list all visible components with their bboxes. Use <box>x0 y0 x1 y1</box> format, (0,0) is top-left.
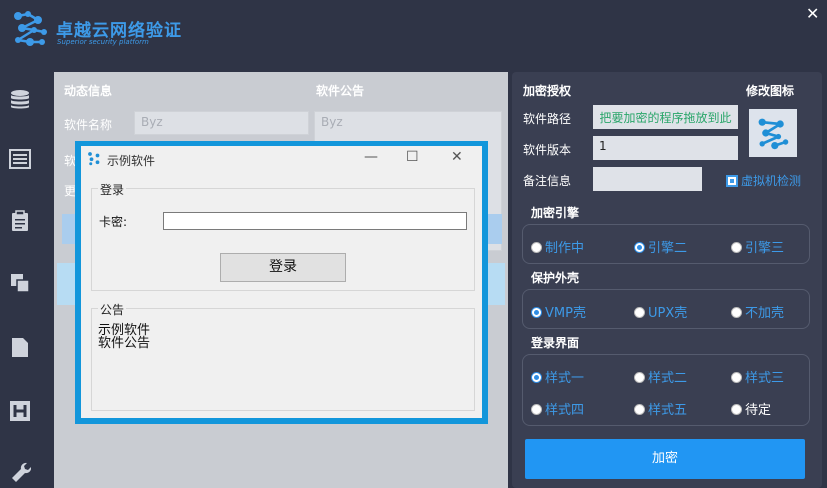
remark-label: 备注信息 <box>523 174 572 188</box>
app-icon-picker[interactable] <box>749 109 797 157</box>
radio-icon <box>531 242 542 253</box>
version-field[interactable]: 1 <box>593 136 738 160</box>
software-name-label: 软件名称 <box>64 118 113 132</box>
vm-detect-checkbox[interactable]: 虚拟机检测 <box>726 172 801 189</box>
database-icon[interactable] <box>9 88 31 110</box>
ui-option-6-label: 待定 <box>745 403 772 418</box>
dialog-title: 示例软件 <box>107 154 156 168</box>
radio-selected-icon <box>531 307 542 318</box>
software-name-field[interactable]: Byz <box>134 111 309 135</box>
vm-detect-label: 虚拟机检测 <box>741 174 802 188</box>
ui-option-1[interactable]: 样式一 <box>531 367 584 386</box>
radio-icon <box>634 372 645 383</box>
app-subtitle: Superior security platform <box>57 38 149 46</box>
app-logo-icon <box>88 152 100 166</box>
path-label: 软件路径 <box>523 112 572 126</box>
modify-icon-label: 修改图标 <box>746 84 795 98</box>
close-icon[interactable]: ✕ <box>806 4 819 23</box>
title-bar: 卓越云网络验证 Superior security platform ✕ <box>0 0 827 62</box>
engine-title: 加密引擎 <box>531 206 580 220</box>
ui-option-5-label: 样式五 <box>648 403 688 418</box>
sample-login-dialog: 示例软件 — ☐ ✕ 登录 卡密: 登录 公告 示例软件 软件公告 <box>81 146 482 418</box>
remark-field[interactable] <box>593 167 702 191</box>
ui-option-3[interactable]: 样式三 <box>731 367 784 386</box>
radio-selected-icon <box>531 372 542 383</box>
document-icon[interactable] <box>9 336 31 358</box>
notice-title: 软件公告 <box>316 84 365 98</box>
radio-icon <box>731 404 742 415</box>
ui-option-1-label: 样式一 <box>545 371 585 386</box>
engine-option-2-label: 引擎二 <box>648 241 688 256</box>
shell-option-3-label: 不加壳 <box>745 306 785 321</box>
shell-option-3[interactable]: 不加壳 <box>731 302 784 321</box>
card-label: 卡密: <box>99 215 128 229</box>
shell-option-2-label: UPX壳 <box>648 306 688 321</box>
shell-group: VMP壳 UPX壳 不加壳 <box>522 289 810 329</box>
radio-icon <box>731 307 742 318</box>
shell-option-2[interactable]: UPX壳 <box>634 302 687 321</box>
path-drop-field[interactable]: 把要加密的程序拖放到此 <box>593 105 738 129</box>
ui-option-6[interactable]: 待定 <box>731 399 771 418</box>
engine-option-3[interactable]: 引擎三 <box>731 237 784 256</box>
panel-title: 加密授权 <box>523 84 572 98</box>
login-button[interactable]: 登录 <box>220 253 346 282</box>
notice-group-label: 公告 <box>98 301 127 318</box>
wrench-icon[interactable] <box>9 460 31 482</box>
ui-option-2[interactable]: 样式二 <box>634 367 687 386</box>
radio-icon <box>634 404 645 415</box>
engine-group: 制作中 引擎二 引擎三 <box>522 224 810 264</box>
copy-icon[interactable] <box>9 272 31 294</box>
engine-option-3-label: 引擎三 <box>745 241 785 256</box>
shell-option-1[interactable]: VMP壳 <box>531 302 586 321</box>
dynamic-info-title: 动态信息 <box>64 84 113 98</box>
ui-style-group: 样式一 样式二 样式三 样式四 样式五 待定 <box>522 354 810 426</box>
ui-option-5[interactable]: 样式五 <box>634 399 687 418</box>
radio-icon <box>731 242 742 253</box>
radio-selected-icon <box>634 242 645 253</box>
h-icon[interactable] <box>9 400 31 422</box>
shell-title: 保护外壳 <box>531 271 580 285</box>
radio-icon <box>731 372 742 383</box>
engine-option-1[interactable]: 制作中 <box>531 237 584 256</box>
maximize-icon[interactable]: ☐ <box>406 149 419 165</box>
clipboard-icon[interactable] <box>9 210 31 232</box>
ui-option-4-label: 样式四 <box>545 403 585 418</box>
login-group-label: 登录 <box>98 181 127 198</box>
engine-option-2[interactable]: 引擎二 <box>634 237 687 256</box>
radio-icon <box>531 404 542 415</box>
card-input[interactable] <box>163 212 467 230</box>
ui-option-4[interactable]: 样式四 <box>531 399 584 418</box>
logo-icon <box>14 11 47 46</box>
checkbox-icon <box>726 175 738 187</box>
close-icon[interactable]: ✕ <box>451 149 463 165</box>
ui-option-2-label: 样式二 <box>648 371 688 386</box>
encrypt-panel: 加密授权 修改图标 软件路径 把要加密的程序拖放到此 软件版本 1 备注信息 虚… <box>512 72 822 488</box>
version-label: 软件版本 <box>523 143 572 157</box>
radio-icon <box>634 307 645 318</box>
sidebar <box>0 62 42 488</box>
shell-option-1-label: VMP壳 <box>545 306 586 321</box>
ui-title: 登录界面 <box>531 336 580 350</box>
encrypt-button[interactable]: 加密 <box>525 439 805 479</box>
ui-option-3-label: 样式三 <box>745 371 785 386</box>
minimize-icon[interactable]: — <box>364 149 378 165</box>
engine-option-1-label: 制作中 <box>545 241 585 256</box>
list-icon[interactable] <box>9 148 31 170</box>
logo-icon <box>758 118 789 150</box>
notice-line-2: 软件公告 <box>98 336 151 351</box>
